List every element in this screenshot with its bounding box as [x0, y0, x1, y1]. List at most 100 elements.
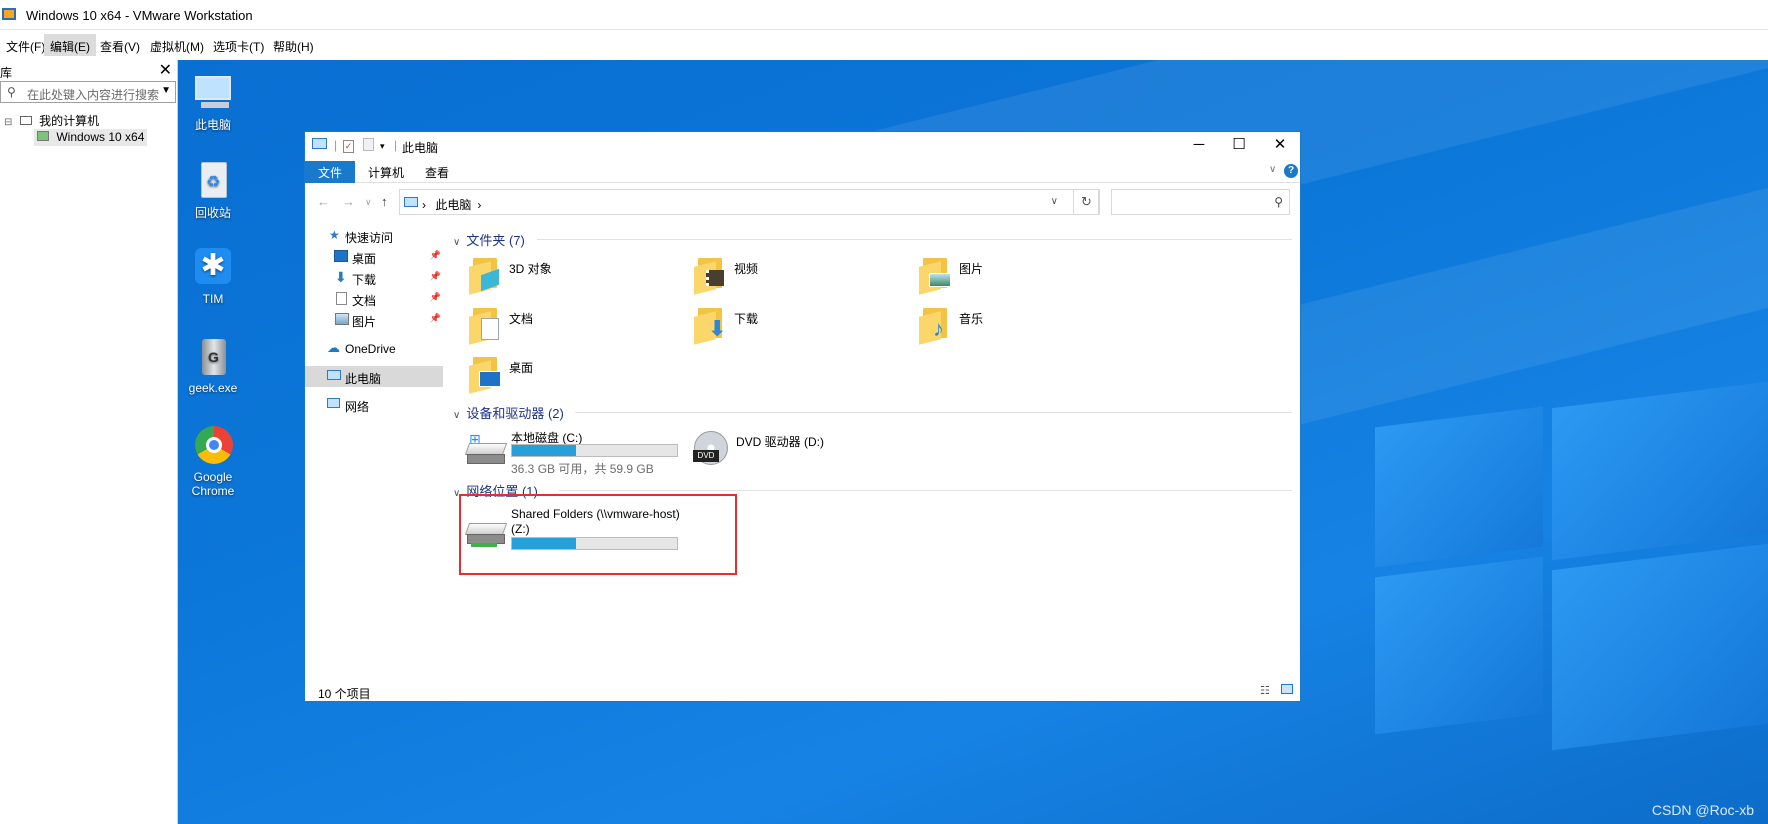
folder-downloads[interactable]: ⬇ 下载	[694, 306, 914, 350]
computer-icon[interactable]	[312, 138, 327, 152]
nav-this-pc[interactable]: 此电脑	[305, 366, 443, 387]
content-pane: ∨ 文件夹 (7) 3D 对象 视频 图片 文档 ⬇ 下载 ♪ 音乐 桌面 ∨ …	[447, 221, 1300, 681]
library-search-input[interactable]: ⚲ 在此处键入内容进行搜索 ▼	[0, 81, 176, 103]
nav-label: 快速访问	[345, 231, 394, 245]
close-icon[interactable]: ✕	[159, 60, 172, 80]
back-icon[interactable]: ←	[317, 194, 330, 209]
folder-3d-objects[interactable]: 3D 对象	[469, 256, 689, 300]
nav-item-pictures[interactable]: 图片 📌	[305, 309, 443, 330]
tab-view[interactable]: 查看	[412, 161, 462, 183]
folder-document-icon	[469, 306, 503, 345]
computer-icon	[404, 196, 418, 210]
tree-label: Windows 10 x64	[56, 130, 145, 144]
nav-item-desktop[interactable]: 桌面 📌	[305, 246, 443, 267]
help-icon[interactable]: ?	[1284, 164, 1298, 178]
folder-label: 桌面	[509, 361, 534, 375]
windows-logo-pane	[1375, 556, 1543, 735]
folder-videos[interactable]: 视频	[694, 256, 914, 300]
tree-item-my-computer[interactable]: ⊟ 我的计算机	[4, 112, 99, 129]
drive-c[interactable]: ⊞ 本地磁盘 (C:) 36.3 GB 可用，共 59.9 GB	[464, 429, 685, 476]
windows-logo-pane	[1552, 381, 1768, 561]
desktop-icon-tim[interactable]: ✱ TIM	[178, 248, 248, 306]
nav-onedrive[interactable]: ☁ OneDrive	[305, 338, 443, 359]
vmware-menubar: 文件(F) 编辑(E) 查看(V) 虚拟机(M) 选项卡(T) 帮助(H)	[0, 30, 1768, 60]
search-input[interactable]: ⚲	[1111, 189, 1290, 215]
recent-locations-icon[interactable]: ∨	[365, 197, 372, 208]
separator: |	[334, 138, 338, 152]
group-header-devices[interactable]: ∨ 设备和驱动器 (2)	[453, 403, 564, 422]
explorer-title: 此电脑	[402, 141, 439, 155]
forward-icon[interactable]: →	[342, 194, 355, 209]
address-bar[interactable]: › 此电脑 › ∨	[399, 189, 1099, 215]
tree-label: 我的计算机	[39, 114, 100, 128]
menu-help[interactable]: 帮助(H)	[267, 34, 320, 56]
close-button[interactable]: ✕	[1260, 134, 1300, 158]
drive-usage-bar	[511, 444, 678, 457]
pin-icon[interactable]: 📌	[430, 313, 441, 324]
nav-label: OneDrive	[345, 342, 396, 356]
folder-label: 文档	[509, 312, 534, 326]
chevron-down-icon[interactable]: ∨	[1051, 196, 1058, 207]
chrome-icon	[193, 426, 233, 466]
desktop-icon	[334, 250, 348, 262]
picture-icon	[335, 313, 349, 325]
folder-label: 视频	[734, 262, 759, 276]
computer-icon	[327, 370, 341, 380]
desktop-icon-this-pc[interactable]: 此电脑	[178, 72, 248, 133]
tim-icon: ✱	[193, 248, 233, 288]
chevron-down-icon[interactable]: ∨	[1269, 164, 1276, 175]
nav-quick-access[interactable]: ★ 快速访问	[305, 225, 443, 246]
pin-icon[interactable]: 📌	[430, 292, 441, 303]
details-view-icon[interactable]: ☷	[1260, 684, 1270, 697]
up-icon[interactable]: ↑	[381, 194, 388, 209]
folder-music[interactable]: ♪ 音乐	[919, 306, 1139, 350]
dvd-icon: DVD	[693, 431, 728, 465]
tab-file[interactable]: 文件	[305, 161, 356, 183]
folder-desktop[interactable]: 桌面	[469, 355, 689, 399]
collapse-icon[interactable]: ∨	[453, 237, 460, 248]
nav-item-documents[interactable]: 文档 📌	[305, 288, 443, 309]
menu-vm[interactable]: 虚拟机(M)	[144, 34, 210, 56]
menu-tabs[interactable]: 选项卡(T)	[207, 34, 270, 56]
properties-icon[interactable]: ✓	[343, 138, 354, 153]
folder-pictures[interactable]: 图片	[919, 256, 1139, 300]
chevron-down-icon[interactable]: ▼	[161, 85, 171, 96]
breadcrumb-this-pc[interactable]: 此电脑	[435, 198, 471, 212]
desktop-icon-recycle-bin[interactable]: ♻ 回收站	[178, 160, 248, 221]
desktop-icon-geek[interactable]: G geek.exe	[178, 337, 248, 395]
folder-label: 3D 对象	[509, 262, 552, 276]
menu-edit[interactable]: 编辑(E)	[44, 34, 96, 56]
minimize-button[interactable]: ─	[1179, 134, 1219, 158]
collapse-icon[interactable]: ⊟	[4, 117, 12, 128]
group-header-folders[interactable]: ∨ 文件夹 (7)	[453, 230, 525, 249]
nav-network[interactable]: 网络	[305, 394, 443, 415]
customize-qat-icon[interactable]: ▾	[380, 141, 385, 152]
nav-label: 下载	[352, 273, 377, 287]
new-folder-icon[interactable]	[363, 138, 374, 154]
item-count: 10 个项目	[318, 687, 371, 701]
folder-documents[interactable]: 文档	[469, 306, 689, 350]
maximize-button[interactable]: ☐	[1219, 134, 1259, 158]
library-search-placeholder: 在此处键入内容进行搜索	[27, 88, 160, 102]
collapse-icon[interactable]: ∨	[453, 410, 460, 421]
tiles-view-icon[interactable]	[1281, 684, 1293, 694]
drive-d[interactable]: DVD DVD 驱动器 (D:)	[690, 429, 890, 473]
tab-computer[interactable]: 计算机	[355, 161, 417, 183]
pin-icon[interactable]: 📌	[430, 250, 441, 261]
hard-drive-icon: ⊞	[464, 431, 508, 464]
ribbon-tabs: 文件 计算机 查看 ∨ ?	[305, 159, 1300, 183]
menu-view[interactable]: 查看(V)	[94, 34, 146, 56]
status-bar: 10 个项目 ☷	[305, 681, 1300, 701]
breadcrumb[interactable]: › 此电脑 ›	[422, 196, 481, 213]
folder-label: 图片	[959, 262, 984, 276]
search-icon: ⚲	[1274, 195, 1283, 209]
nav-item-downloads[interactable]: ⬇ 下载 📌	[305, 267, 443, 288]
vmware-window-title: Windows 10 x64 - VMware Workstation	[26, 8, 253, 23]
tree-item-vm[interactable]: Windows 10 x64	[34, 129, 148, 146]
refresh-button[interactable]: ↻	[1073, 189, 1100, 215]
folder-label: 音乐	[959, 312, 984, 326]
pin-icon[interactable]: 📌	[430, 271, 441, 282]
divider	[575, 412, 1292, 413]
desktop-icon-label: geek.exe	[188, 381, 238, 395]
desktop-icon-chrome[interactable]: Google Chrome	[178, 426, 248, 498]
